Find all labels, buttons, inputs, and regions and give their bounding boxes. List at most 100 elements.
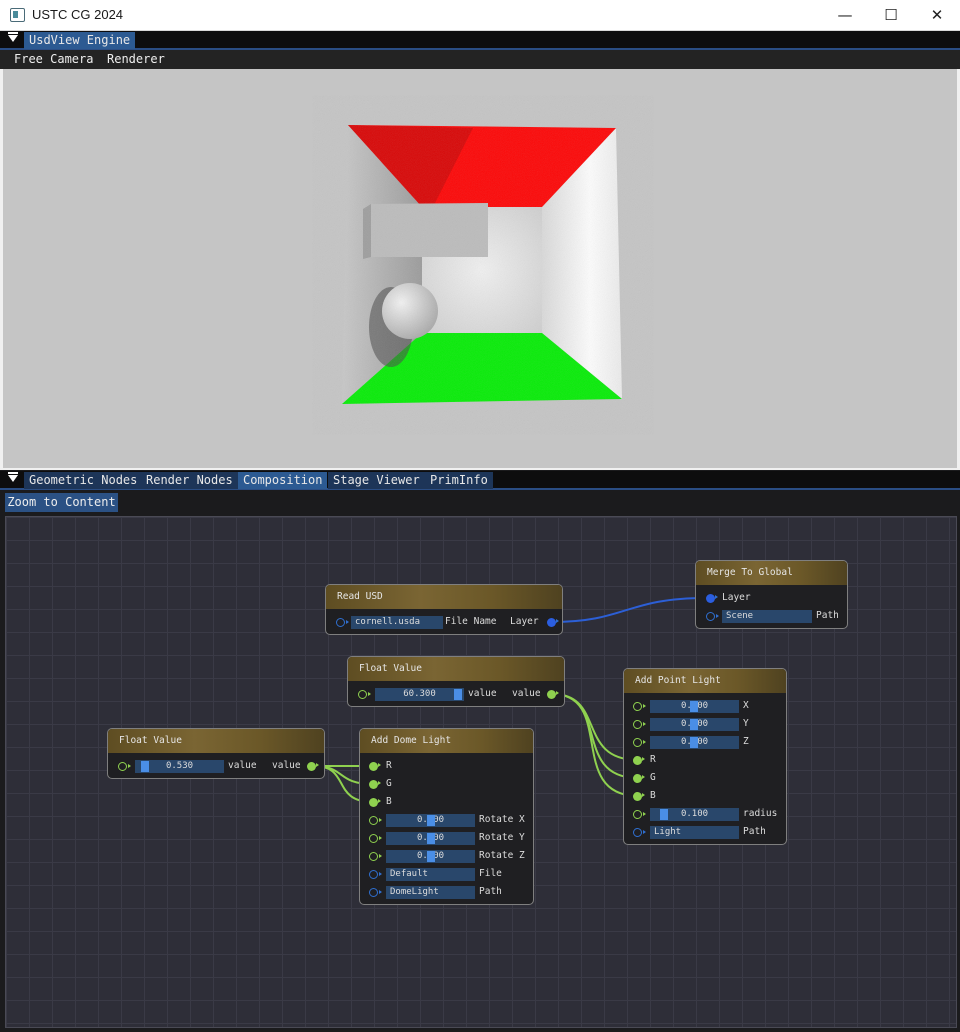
input-pin[interactable] (369, 816, 382, 825)
row-g: G (360, 777, 533, 793)
window-menu-icon[interactable] (8, 32, 18, 42)
row-value: 0.530 value value (108, 759, 324, 775)
row-path: DomeLight Path (360, 885, 533, 901)
node-title: Float Value (108, 729, 324, 753)
slider-grab[interactable] (427, 815, 435, 826)
tab-composition[interactable]: Composition (238, 472, 328, 489)
input-pin[interactable] (633, 756, 645, 765)
value-out-label: value (272, 760, 301, 771)
node-title: Read USD (326, 585, 562, 609)
output-pin[interactable] (547, 618, 559, 627)
path-field[interactable]: DomeLight (386, 886, 475, 899)
cornell-box-render (341, 124, 625, 406)
input-pin[interactable] (369, 870, 382, 879)
input-pin[interactable] (706, 612, 719, 621)
input-pin[interactable] (369, 852, 382, 861)
render-viewport[interactable] (3, 69, 957, 468)
value-label: value (228, 760, 257, 771)
float-slider[interactable]: 60.300 (375, 688, 464, 701)
input-pin[interactable] (369, 888, 382, 897)
node-add-point-light[interactable]: Add Point Light 0.300 X 0.300 Y 0.400 Z … (623, 668, 787, 845)
row-path: Light Path (624, 825, 786, 841)
rotate-y-label: Rotate Y (479, 832, 525, 843)
row-y: 0.300 Y (624, 717, 786, 733)
tab-stage-viewer[interactable]: Stage Viewer (328, 472, 425, 489)
node-title: Add Dome Light (360, 729, 533, 753)
slider-grab[interactable] (141, 761, 149, 772)
menu-free-camera[interactable]: Free Camera (14, 52, 93, 66)
rotate-x-slider[interactable]: 0.000 (386, 814, 475, 827)
node-merge-to-global[interactable]: Merge To Global Layer Scene Path (695, 560, 848, 629)
node-float-value-left[interactable]: Float Value 0.530 value value (107, 728, 325, 779)
input-pin[interactable] (369, 780, 381, 789)
value-label: value (468, 688, 497, 699)
minimize-button[interactable]: — (822, 0, 868, 31)
tab-usdview-engine[interactable]: UsdView Engine (24, 32, 136, 49)
input-pin[interactable] (358, 690, 371, 699)
y-slider[interactable]: 0.300 (650, 718, 739, 731)
z-slider[interactable]: 0.400 (650, 736, 739, 749)
input-pin[interactable] (633, 720, 646, 729)
input-pin[interactable] (706, 594, 718, 603)
zoom-to-content-button[interactable]: Zoom to Content (5, 493, 118, 512)
row-b: B (624, 789, 786, 805)
x-label: X (743, 700, 749, 711)
path-field[interactable]: Scene (722, 610, 812, 623)
row-x: 0.300 X (624, 699, 786, 715)
output-pin[interactable] (547, 690, 559, 699)
window-menu-icon[interactable] (8, 472, 18, 482)
r-label: R (386, 760, 392, 771)
tab-priminfo[interactable]: PrimInfo (425, 472, 493, 489)
input-pin[interactable] (336, 618, 349, 627)
close-button[interactable]: ✕ (914, 0, 960, 31)
input-pin[interactable] (633, 792, 645, 801)
node-read-usd[interactable]: Read USD cornell.usda File Name Layer (325, 584, 563, 635)
input-pin[interactable] (369, 834, 382, 843)
slider-grab[interactable] (660, 809, 668, 820)
maximize-button[interactable]: ☐ (868, 0, 914, 31)
file-label: File (479, 868, 502, 879)
y-label: Y (743, 718, 749, 729)
row-rotate-x: 0.000 Rotate X (360, 813, 533, 829)
file-name-field[interactable]: cornell.usda (351, 616, 443, 629)
slider-grab[interactable] (690, 701, 698, 712)
row-value: 60.300 value value (348, 687, 564, 703)
rotate-y-slider[interactable]: 0.000 (386, 832, 475, 845)
r-label: R (650, 754, 656, 765)
rotate-z-slider[interactable]: 0.000 (386, 850, 475, 863)
float-slider-value: 0.530 (165, 761, 194, 771)
top-tab-bar: UsdView Engine (0, 31, 960, 50)
tab-geometric-nodes[interactable]: Geometric Nodes (24, 472, 143, 489)
radius-slider[interactable]: 0.100 (650, 808, 739, 821)
node-editor-canvas[interactable]: Read USD cornell.usda File Name Layer Me… (5, 516, 957, 1028)
file-field[interactable]: Default (386, 868, 475, 881)
menu-renderer[interactable]: Renderer (107, 52, 165, 66)
tab-render-nodes[interactable]: Render Nodes (141, 472, 238, 489)
bottom-tab-bar: Geometric Nodes Render Nodes Composition… (0, 471, 960, 490)
input-pin[interactable] (369, 798, 381, 807)
input-pin[interactable] (633, 810, 646, 819)
slider-grab[interactable] (427, 833, 435, 844)
slider-grab[interactable] (454, 689, 462, 700)
float-slider[interactable]: 0.530 (135, 760, 224, 773)
row-b: B (360, 795, 533, 811)
output-pin[interactable] (307, 762, 319, 771)
app-icon (10, 8, 25, 22)
input-pin[interactable] (633, 702, 646, 711)
layer-label: Layer (722, 592, 751, 603)
slider-grab[interactable] (690, 737, 698, 748)
x-slider[interactable]: 0.300 (650, 700, 739, 713)
window-title: USTC CG 2024 (32, 7, 124, 22)
node-float-value-top[interactable]: Float Value 60.300 value value (347, 656, 565, 707)
input-pin[interactable] (633, 828, 646, 837)
path-field[interactable]: Light (650, 826, 739, 839)
node-add-dome-light[interactable]: Add Dome Light R G B 0.000 Rotate X 0.00… (359, 728, 534, 905)
z-label: Z (743, 736, 749, 747)
node-title: Add Point Light (624, 669, 786, 693)
input-pin[interactable] (633, 738, 646, 747)
input-pin[interactable] (118, 762, 131, 771)
slider-grab[interactable] (427, 851, 435, 862)
input-pin[interactable] (633, 774, 645, 783)
slider-grab[interactable] (690, 719, 698, 730)
input-pin[interactable] (369, 762, 381, 771)
